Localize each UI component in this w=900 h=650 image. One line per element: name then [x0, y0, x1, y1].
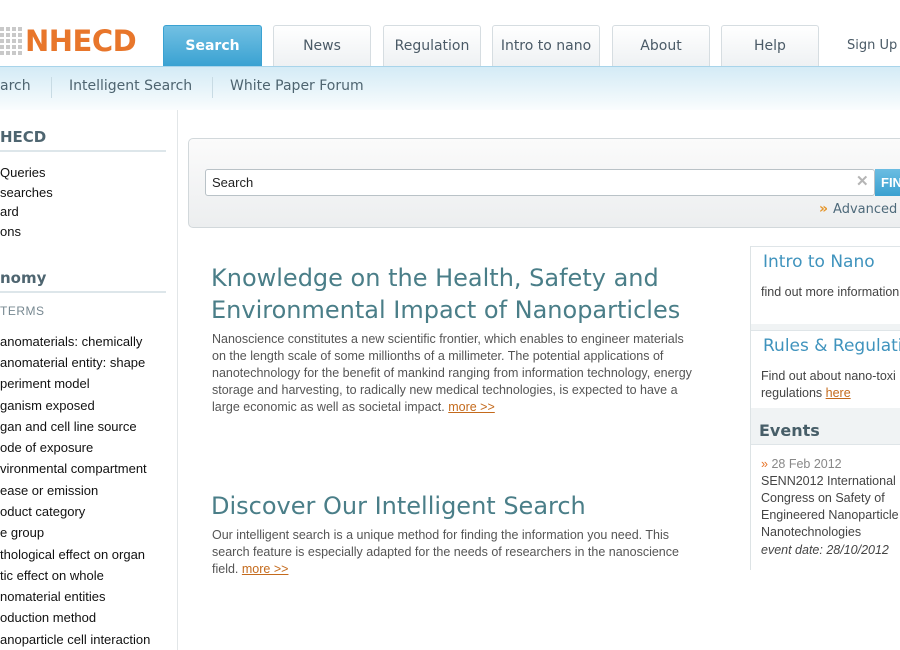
subnav-white-paper-forum[interactable]: White Paper Forum	[230, 78, 364, 94]
section-heading: Discover Our Intelligent Search	[211, 492, 586, 520]
rules-text: regulations here	[761, 386, 851, 400]
event-date: » 28 Feb 2012	[761, 457, 842, 471]
taxonomy-term[interactable]: nomaterial entities	[0, 589, 106, 604]
intro-text: find out more information	[761, 285, 900, 299]
rules-text: Find out about nano-toxi	[761, 369, 896, 383]
event-title-line[interactable]: Nanotechnologies	[761, 524, 861, 541]
taxonomy-term[interactable]: e group	[0, 525, 44, 540]
sidebar-item[interactable]: searches	[0, 185, 53, 200]
rules-here-link[interactable]: here	[826, 386, 851, 400]
double-chevron-down-icon: »	[819, 201, 829, 217]
heading-line: Environmental Impact of Nanoparticles	[211, 296, 681, 324]
tab-intro-to-nano[interactable]: Intro to nano	[492, 25, 600, 66]
taxonomy-term[interactable]: thological effect on organ	[0, 547, 145, 562]
sidebar-item[interactable]: Queries	[0, 165, 46, 180]
heading-line: Knowledge on the Health, Safety and	[211, 264, 659, 292]
taxonomy-term[interactable]: ease or emission	[0, 483, 98, 498]
paragraph-line: Nanoscience constitutes a new scientific…	[212, 332, 684, 346]
intro-to-nano-link[interactable]: Intro to Nano	[763, 252, 875, 272]
paragraph-line: nanotechnology for the benefit of mankin…	[212, 366, 692, 380]
events-title: Events	[759, 421, 820, 440]
clear-x-icon[interactable]: ✕	[856, 174, 870, 189]
event-title-line[interactable]: SENN2012 International	[761, 473, 896, 490]
section-paragraph: Nanoscience constitutes a new scientific…	[212, 331, 722, 416]
event-title-line[interactable]: Congress on Safety of	[761, 490, 885, 507]
bullet-arrow-icon: »	[761, 457, 768, 471]
tab-help[interactable]: Help	[721, 25, 819, 66]
logo-text: NHECD	[25, 24, 137, 58]
right-sidebar: Intro to Nano find out more information …	[750, 246, 900, 570]
paragraph-line: storage and harvesting, to radically new…	[212, 383, 678, 397]
sidebar-section-title: nomy	[0, 269, 166, 293]
tab-news[interactable]: News	[273, 25, 371, 66]
taxonomy-term[interactable]: ode of exposure	[0, 440, 93, 455]
sidebar-section-title: HECD	[0, 128, 166, 152]
sign-up-link[interactable]: Sign Up	[847, 38, 897, 53]
taxonomy-term[interactable]: ganism exposed	[0, 398, 95, 413]
advanced-search-link[interactable]: » Advanced	[819, 201, 897, 217]
subnav-intelligent-search[interactable]: Intelligent Search	[69, 78, 192, 94]
taxonomy-term[interactable]: periment model	[0, 376, 90, 391]
paragraph-line: field. more >>	[212, 562, 289, 576]
more-link[interactable]: more >>	[242, 562, 289, 576]
more-link[interactable]: more >>	[448, 400, 495, 414]
subnav-divider	[212, 77, 213, 98]
sidebar-subheading: TERMS	[0, 304, 45, 318]
paragraph-line: Our intelligent search is a unique metho…	[212, 528, 669, 542]
tab-search[interactable]: Search	[163, 25, 262, 66]
paragraph-line: search feature is especially adapted for…	[212, 545, 679, 559]
section-paragraph: Our intelligent search is a unique metho…	[212, 527, 722, 578]
event-footer: event date: 28/10/2012	[761, 543, 889, 557]
sidebar-item[interactable]: ons	[0, 224, 21, 239]
advanced-label: Advanced	[833, 201, 898, 217]
logo-dots-icon	[0, 27, 22, 55]
site-header: NHECD Search News Regulation Intro to na…	[0, 0, 900, 66]
taxonomy-term[interactable]: tic effect on whole	[0, 568, 104, 583]
taxonomy-term[interactable]: oduct category	[0, 504, 85, 519]
tab-regulation[interactable]: Regulation	[383, 25, 481, 66]
taxonomy-term[interactable]: anoparticle cell interaction	[0, 632, 150, 647]
tab-about[interactable]: About	[612, 25, 710, 66]
site-logo[interactable]: NHECD	[0, 22, 137, 60]
taxonomy-term[interactable]: gan and cell line source	[0, 419, 137, 434]
section-heading: Knowledge on the Health, Safety and Envi…	[211, 262, 680, 326]
taxonomy-term[interactable]: anomaterials: chemically	[0, 334, 142, 349]
taxonomy-term[interactable]: vironmental compartment	[0, 461, 147, 476]
event-title-line[interactable]: Engineered Nanoparticle	[761, 507, 899, 524]
left-sidebar: HECD Queries searches ard ons nomy TERMS…	[0, 110, 178, 650]
paragraph-line: on the length scale of some millionths o…	[212, 349, 664, 363]
paragraph-line: large economic as well as societal impac…	[212, 400, 495, 414]
search-input[interactable]	[205, 169, 875, 196]
sub-navigation: arch Intelligent Search White Paper Foru…	[0, 66, 900, 110]
sidebar-item[interactable]: ard	[0, 204, 19, 219]
taxonomy-term[interactable]: anomaterial entity: shape	[0, 355, 145, 370]
rules-regulations-link[interactable]: Rules & Regulations	[763, 336, 900, 356]
subnav-divider	[51, 77, 52, 98]
find-button[interactable]: FIN	[875, 169, 900, 196]
taxonomy-term[interactable]: oduction method	[0, 610, 96, 625]
subnav-search[interactable]: arch	[0, 78, 31, 94]
